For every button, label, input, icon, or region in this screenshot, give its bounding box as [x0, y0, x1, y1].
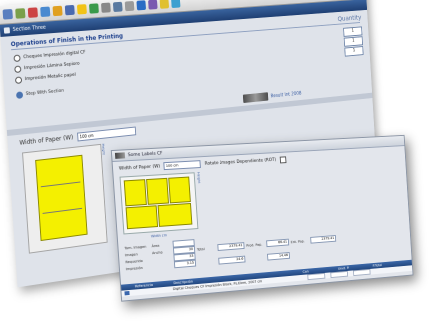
panel-title: Section Three [12, 24, 47, 34]
favorites-icon[interactable] [76, 4, 87, 15]
calc-caption [198, 261, 219, 263]
calc-field[interactable]: 14.46 [267, 252, 291, 261]
step-icon [15, 91, 24, 99]
image-cell [125, 205, 159, 230]
folder-icon[interactable] [159, 0, 170, 9]
print-icon[interactable] [124, 0, 135, 12]
calc-caption [247, 257, 267, 259]
result-link-label: Result Int 2008 [270, 90, 302, 99]
image-cell [123, 179, 147, 207]
front-window: Some Labels CF Width of Paper (W) 100 cm… [110, 134, 414, 302]
logo-icon [114, 152, 126, 159]
quantity-input[interactable]: 1 [344, 45, 364, 57]
calc-caption [153, 265, 174, 267]
calc-field[interactable]: 24.6 [218, 255, 246, 265]
option-radio[interactable] [14, 65, 22, 74]
width-label: Width of Paper (W) [19, 134, 74, 147]
row-total-field[interactable] [352, 268, 371, 277]
messenger-icon[interactable] [171, 0, 181, 9]
calc-field[interactable]: 3.15 [173, 259, 197, 269]
row-unit-field[interactable] [330, 270, 349, 279]
rotate-label: Rotate Images Dependiente (ROT) [204, 157, 277, 167]
front-title: Some Labels CF [127, 150, 163, 158]
calc-label: Impresión [125, 265, 143, 271]
cut-line [40, 181, 81, 188]
rotate-checkbox[interactable] [279, 155, 287, 163]
search-icon[interactable] [64, 4, 75, 16]
logo-icon [242, 92, 269, 104]
front-layout-preview [119, 172, 199, 235]
layout-preview [22, 143, 108, 254]
row-reference [132, 289, 173, 293]
history-icon[interactable] [101, 2, 111, 13]
forward-icon[interactable] [15, 8, 26, 19]
discuss-icon[interactable] [148, 0, 158, 10]
calc-caption [153, 258, 174, 260]
media-icon[interactable] [89, 3, 99, 14]
separator-band [6, 92, 373, 137]
image-cell [168, 176, 191, 204]
quantity-input[interactable]: 1 [343, 25, 363, 37]
back-icon[interactable] [2, 8, 13, 20]
front-width-select[interactable]: 100 cm [163, 160, 202, 171]
grid-header-cell [121, 287, 135, 288]
yellow-sheet [35, 154, 88, 242]
front-width-label: Width of Paper (W) [118, 163, 161, 172]
width-select[interactable]: 100 cm [76, 126, 136, 142]
row-qty-field[interactable] [307, 272, 326, 281]
step-label: Step With Section [25, 88, 65, 98]
option-radio[interactable] [13, 54, 21, 63]
mail-icon[interactable] [112, 1, 123, 13]
home-icon[interactable] [52, 5, 63, 17]
image-cell [146, 177, 169, 205]
edit-icon[interactable] [136, 0, 147, 11]
option-radio[interactable] [14, 76, 23, 85]
row-icon [124, 290, 130, 296]
option-label: Impresión Metalic papel [24, 72, 76, 83]
panel-icon [3, 27, 11, 34]
quantity-input[interactable]: 1 [343, 35, 363, 47]
front-width-ruler: Width cm [150, 233, 168, 239]
image-cell [157, 202, 193, 227]
stop-icon[interactable] [27, 7, 38, 18]
cut-line [42, 207, 83, 214]
refresh-icon[interactable] [40, 6, 51, 18]
